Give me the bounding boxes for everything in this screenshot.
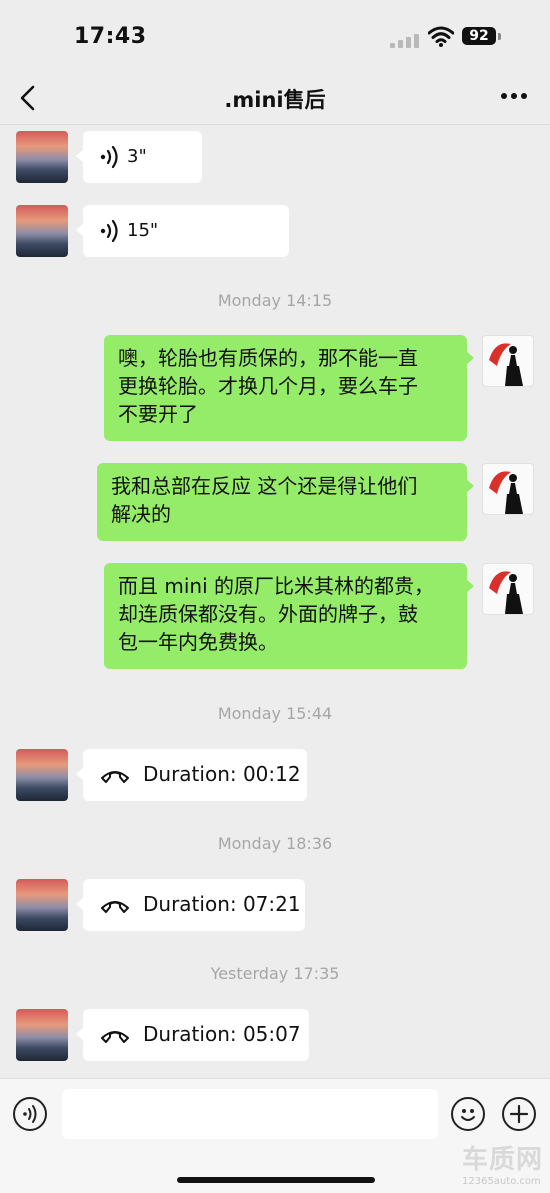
timestamp: Monday 15:44: [217, 704, 333, 723]
phone-icon: [101, 771, 129, 783]
phone-icon: [101, 1031, 129, 1043]
plus-icon[interactable]: [502, 1097, 536, 1131]
status-bar: 17:43 92: [0, 0, 550, 72]
battery-icon: 92: [462, 27, 496, 45]
message-line: 解决的: [111, 502, 171, 526]
call-record[interactable]: Duration: 07:21: [76, 879, 305, 931]
nav-bar: .mini售后: [0, 72, 550, 124]
voice-input-icon[interactable]: [13, 1097, 47, 1131]
message-line: 我和总部在反应 这个还是得让他们: [111, 474, 418, 498]
contact-avatar[interactable]: [16, 131, 68, 183]
message-input[interactable]: [62, 1089, 438, 1139]
contact-avatar[interactable]: [16, 205, 68, 257]
emoji-icon[interactable]: [451, 1097, 485, 1131]
sent-message[interactable]: 噢，轮胎也有质保的，那不能一直 更换轮胎。才换几个月，要么车子 不要开了: [104, 335, 474, 441]
user-avatar-image: [489, 571, 523, 614]
voice-icon: [100, 145, 118, 169]
message-line: 而且 mini 的原厂比米其林的都贵，: [118, 574, 434, 598]
watermark-sub: 12365auto.com: [462, 1176, 541, 1187]
home-indicator[interactable]: [177, 1177, 375, 1183]
message-list[interactable]: 3" 15" Monday 14:15 噢，轮胎也有质保的，那不能一直 更换轮胎…: [0, 125, 550, 1078]
voice-message[interactable]: 3": [76, 131, 202, 183]
call-duration: Duration: 05:07: [143, 1022, 301, 1046]
voice-duration: 3": [127, 146, 147, 167]
chat-title: .mini售后: [224, 88, 326, 112]
user-avatar[interactable]: [482, 563, 534, 615]
call-record[interactable]: Duration: 00:12: [76, 749, 307, 801]
call-record[interactable]: Duration: 05:07: [76, 1009, 309, 1061]
input-bar: 车质网 12365auto.com: [0, 1078, 550, 1193]
user-avatar[interactable]: [482, 463, 534, 515]
voice-icon: [100, 219, 118, 243]
sent-message[interactable]: 而且 mini 的原厂比米其林的都贵， 却连质保都没有。外面的牌子，鼓 包一年内…: [104, 563, 474, 669]
contact-avatar[interactable]: [16, 879, 68, 931]
watermark-main: 车质网: [462, 1145, 544, 1175]
watermark-logo: 车质网 12365auto.com: [462, 1139, 548, 1191]
voice-message[interactable]: 15": [76, 205, 289, 257]
message-line: 更换轮胎。才换几个月，要么车子: [118, 374, 418, 398]
voice-duration: 15": [127, 220, 159, 241]
user-avatar[interactable]: [482, 335, 534, 387]
phone-icon: [101, 901, 129, 913]
contact-avatar[interactable]: [16, 1009, 68, 1061]
message-line: 包一年内免费换。: [118, 630, 278, 654]
contact-avatar[interactable]: [16, 749, 68, 801]
cellular-signal-icon: [390, 34, 420, 48]
battery-cap: [498, 33, 501, 40]
status-time: 17:43: [74, 24, 147, 49]
call-duration: Duration: 07:21: [143, 892, 301, 916]
timestamp: Yesterday 17:35: [210, 964, 340, 983]
call-duration: Duration: 00:12: [143, 762, 301, 786]
message-line: 不要开了: [118, 402, 198, 426]
timestamp: Monday 18:36: [217, 834, 333, 853]
timestamp: Monday 14:15: [217, 291, 333, 310]
sent-message[interactable]: 我和总部在反应 这个还是得让他们 解决的: [97, 463, 474, 541]
message-line: 却连质保都没有。外面的牌子，鼓: [118, 602, 418, 626]
user-avatar-image: [489, 343, 523, 386]
more-icon[interactable]: [500, 86, 528, 106]
user-avatar-image: [489, 471, 523, 514]
message-line: 噢，轮胎也有质保的，那不能一直: [118, 346, 418, 370]
wifi-icon: [428, 26, 454, 47]
